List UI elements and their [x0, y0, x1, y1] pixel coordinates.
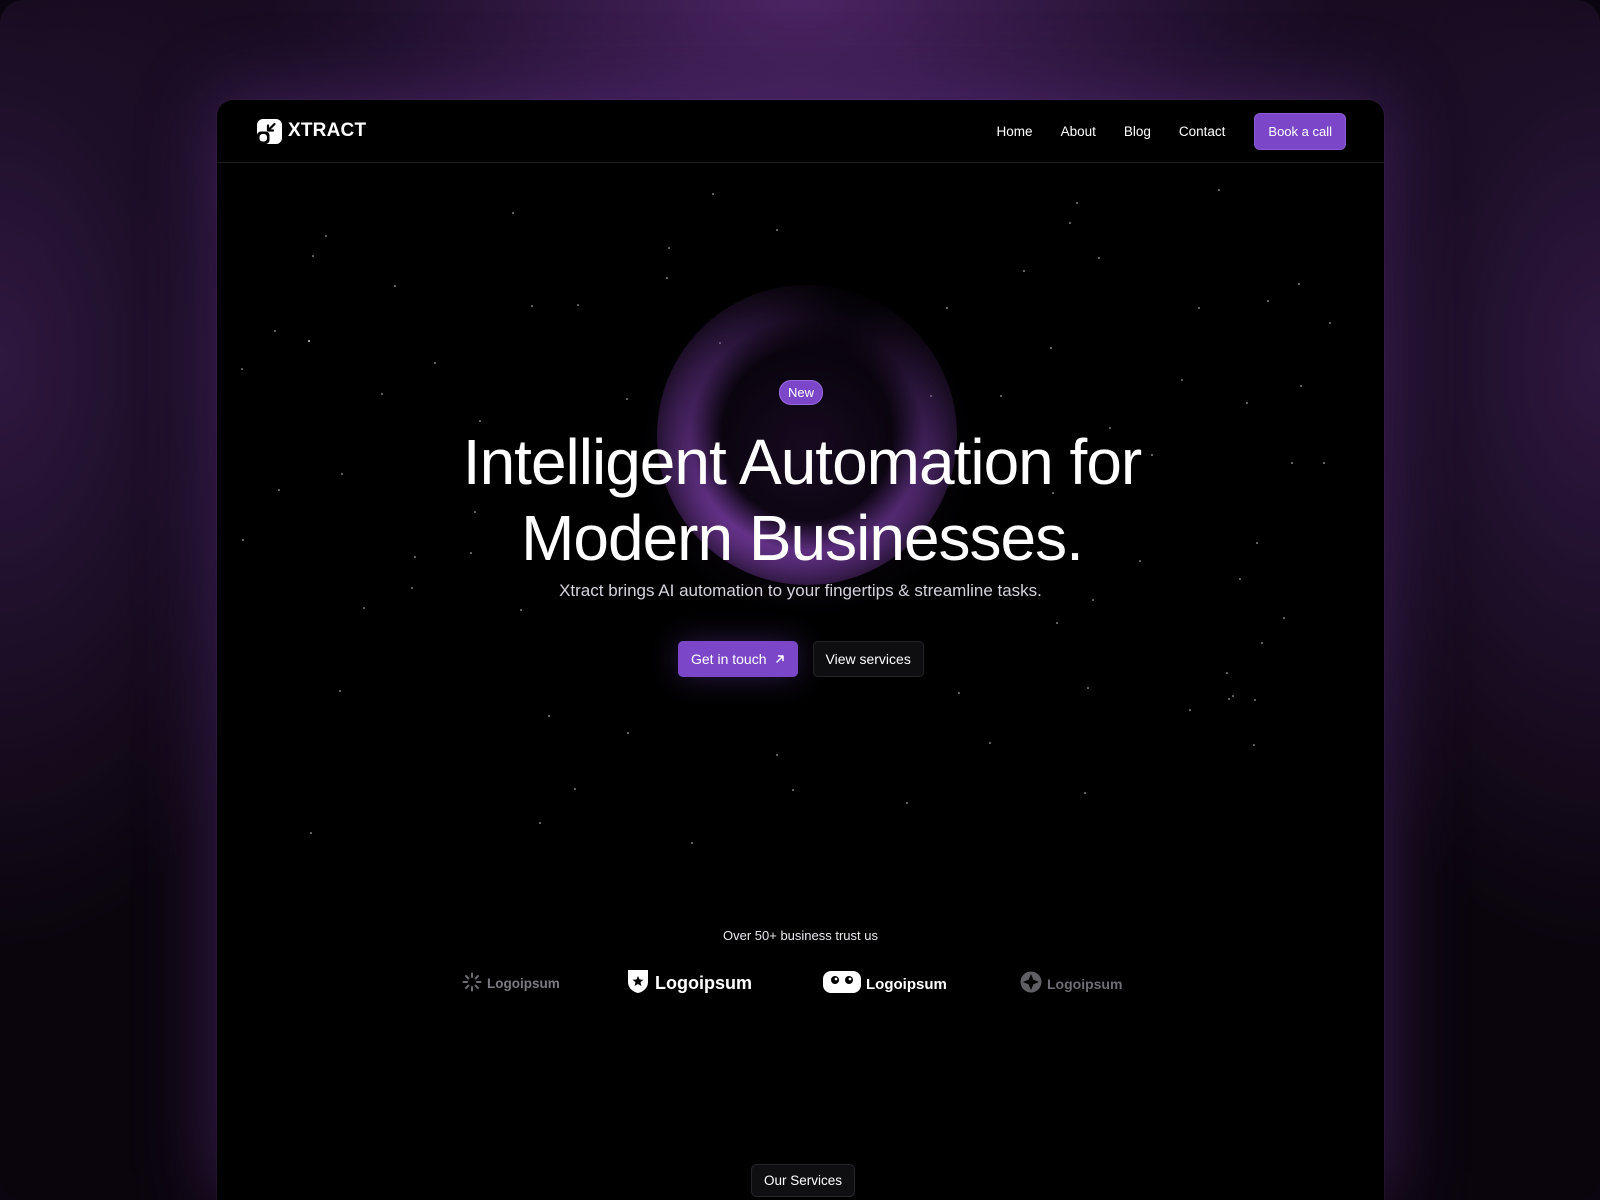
get-in-touch-label: Get in touch [691, 651, 767, 667]
client-logo-2-text: Logoipsum [655, 973, 752, 993]
xtract-logo-icon [257, 118, 282, 144]
new-badge: New [779, 380, 824, 405]
top-navbar: XTRACT Home About Blog Contact Book a ca… [217, 100, 1384, 163]
hero-cta-group: Get in touch View services [678, 641, 924, 677]
shield-logo-icon [626, 968, 650, 999]
brand-name: XTRACT [288, 120, 367, 141]
hero-headline-line-1: Intelligent Automation for [462, 426, 1142, 498]
client-logo-4: Logoipsum [1020, 971, 1122, 996]
nav-link-blog[interactable]: Blog [1124, 124, 1151, 139]
client-logo-1-text: Logoipsum [487, 976, 560, 991]
client-logo-1: Logoipsum [462, 972, 560, 995]
hero-subheadline: Xtract brings AI automation to your fing… [559, 581, 1042, 600]
client-logo-4-text: Logoipsum [1047, 975, 1123, 992]
view-services-button[interactable]: View services [812, 641, 924, 677]
brand[interactable]: XTRACT [257, 118, 367, 144]
diamond-logo-icon [1020, 971, 1042, 996]
arrow-up-right-icon [775, 651, 785, 667]
client-logo-3: Logoipsum [823, 970, 947, 998]
nav-link-about[interactable]: About [1061, 124, 1096, 139]
client-logo-2: Logoipsum [626, 968, 752, 999]
nav-link-home[interactable]: Home [997, 124, 1033, 139]
sunburst-logo-icon [462, 972, 482, 995]
book-a-call-button[interactable]: Book a call [1254, 112, 1346, 150]
hero-headline: Intelligent Automation for Modern Busine… [217, 424, 1384, 576]
client-logos-row: Logoipsum Logoipsum Logoipsum Logoipsum [217, 964, 1384, 998]
hero-headline-line-2: Modern Businesses. [521, 502, 1084, 574]
get-in-touch-button[interactable]: Get in touch [678, 641, 798, 677]
site-frame: XTRACT Home About Blog Contact Book a ca… [217, 100, 1384, 1200]
robot-logo-icon [823, 970, 861, 998]
trust-heading: Over 50+ business trust us [723, 928, 878, 943]
nav-link-contact[interactable]: Contact [1179, 124, 1226, 139]
client-logo-3-text: Logoipsum [866, 975, 947, 993]
main-nav: Home About Blog Contact Book a call [997, 112, 1346, 150]
our-services-label: Our Services [751, 1164, 856, 1197]
